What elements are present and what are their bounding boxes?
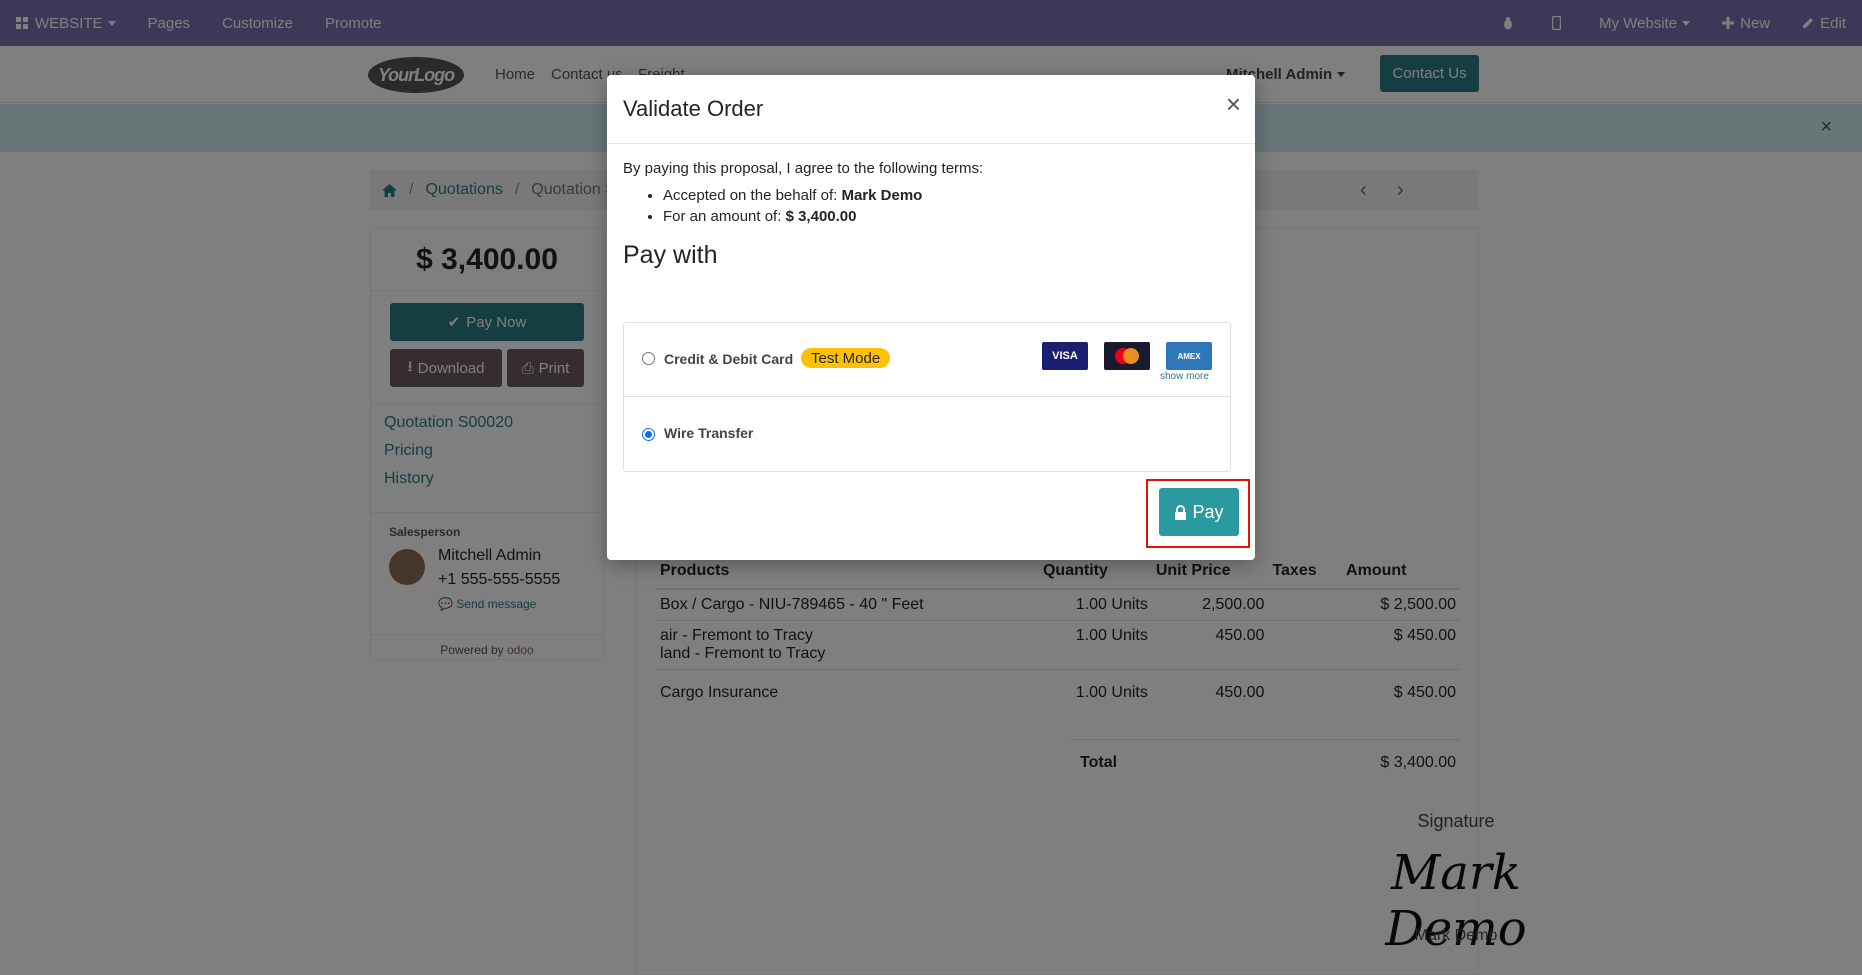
wire-transfer-label: Wire Transfer <box>664 425 754 441</box>
amex-icon: AMEX <box>1166 342 1212 370</box>
pay-label: Pay <box>1192 501 1224 522</box>
modal-title: Validate Order <box>623 96 764 121</box>
close-icon[interactable]: × <box>1226 89 1241 120</box>
behalf-label: Accepted on the behalf of: <box>663 187 838 204</box>
modal-header: Validate Order <box>607 75 1255 144</box>
amount-value: $ 3,400.00 <box>785 208 857 225</box>
visa-icon: VISA <box>1042 342 1088 370</box>
terms-intro: By paying this proposal, I agree to the … <box>623 160 984 177</box>
pay-button[interactable]: Pay <box>1159 488 1239 536</box>
acquirer-wire-transfer[interactable]: Wire Transfer <box>624 397 1230 471</box>
mastercard-icon <box>1104 342 1150 370</box>
modal-body: By paying this proposal, I agree to the … <box>607 144 1255 286</box>
amount-label: For an amount of: <box>663 208 782 225</box>
credit-card-radio[interactable] <box>642 352 655 365</box>
lock-icon <box>1175 504 1187 520</box>
acquirer-credit-card[interactable]: Credit & Debit Card Test Mode VISA AMEX … <box>624 323 1230 397</box>
payment-acquirers: Credit & Debit Card Test Mode VISA AMEX … <box>623 322 1231 472</box>
credit-card-label: Credit & Debit Card <box>664 351 794 367</box>
terms-list: Accepted on the behalf of: Mark Demo For… <box>647 187 1239 225</box>
show-more-link[interactable]: show more <box>1160 371 1209 382</box>
test-mode-badge: Test Mode <box>801 348 891 368</box>
pay-with-heading: Pay with <box>623 241 718 269</box>
terms-item: For an amount of: $ 3,400.00 <box>663 208 1239 225</box>
wire-transfer-radio[interactable] <box>642 428 655 441</box>
terms-item: Accepted on the behalf of: Mark Demo <box>663 187 1239 204</box>
behalf-value: Mark Demo <box>841 187 923 204</box>
validate-order-modal: Validate Order × By paying this proposal… <box>607 75 1255 560</box>
